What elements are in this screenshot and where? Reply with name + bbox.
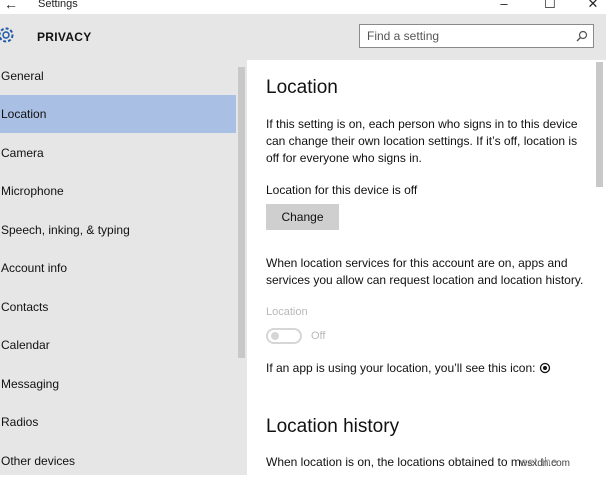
sidebar-item-label: Account info [1,261,68,275]
sidebar-item-label: Other devices [1,454,76,468]
search-icon[interactable] [576,30,588,42]
sidebar-item-label: General [1,69,44,83]
device-location-status: Location for this device is off [266,183,418,197]
window-title: Settings [38,0,78,10]
sidebar-item-label: Contacts [1,300,49,314]
search-box[interactable] [359,24,594,48]
sidebar-item-label: Calendar [1,338,50,352]
location-history-text: When location is on, the locations obtai… [266,455,558,469]
sidebar-item-messaging[interactable]: Messaging [0,365,236,403]
section-title-location-history: Location history [266,416,400,437]
sidebar-scrollbar-thumb[interactable] [238,67,245,358]
change-button[interactable]: Change [266,204,339,230]
sidebar-item-radios[interactable]: Radios [0,403,236,441]
location-description: If this setting is on, each person who s… [266,117,578,165]
section-title-location: Location [266,77,338,98]
sidebar-item-label: Microphone [1,184,64,198]
sidebar-item-contacts[interactable]: Contacts [0,288,236,326]
sidebar-item-microphone[interactable]: Microphone [0,172,236,210]
sidebar-item-calendar[interactable]: Calendar [0,326,236,364]
sidebar-item-label: Location [1,107,47,121]
page-title: PRIVACY [37,30,92,44]
settings-header: PRIVACY [0,14,606,60]
location-toggle-label: Location [266,306,308,318]
toggle-knob [271,332,279,340]
sidebar-item-other-devices[interactable]: Other devices [0,442,236,480]
watermark: wsxdn.com [520,458,571,469]
gear-icon [0,27,14,43]
minimize-button[interactable]: – [494,0,514,11]
sidebar-item-label: Messaging [1,377,60,391]
main-scrollbar-thumb[interactable] [596,62,603,187]
sidebar-item-camera[interactable]: Camera [0,134,236,172]
sidebar-item-account-info[interactable]: Account info [0,249,236,287]
location-icon-note: If an app is using your location, you’ll… [266,361,536,375]
sidebar: General Location Camera Microphone Speec… [0,60,247,475]
title-bar: ← Settings – ☐ ✕ [0,0,606,14]
location-in-use-icon [539,362,551,374]
back-arrow-icon[interactable]: ← [4,0,18,12]
close-button[interactable]: ✕ [583,0,603,12]
sidebar-item-location[interactable]: Location [0,95,236,133]
location-services-text: When location services for this account … [266,256,584,287]
sidebar-item-label: Camera [1,146,44,160]
maximize-button[interactable]: ☐ [540,0,560,12]
toggle-state-text: Off [311,330,326,342]
sidebar-item-label: Speech, inking, & typing [1,223,130,237]
sidebar-item-speech[interactable]: Speech, inking, & typing [0,211,236,249]
search-input[interactable] [367,28,567,44]
location-toggle[interactable] [266,328,302,344]
sidebar-item-label: Radios [1,415,39,429]
sidebar-item-general[interactable]: General [0,57,236,95]
